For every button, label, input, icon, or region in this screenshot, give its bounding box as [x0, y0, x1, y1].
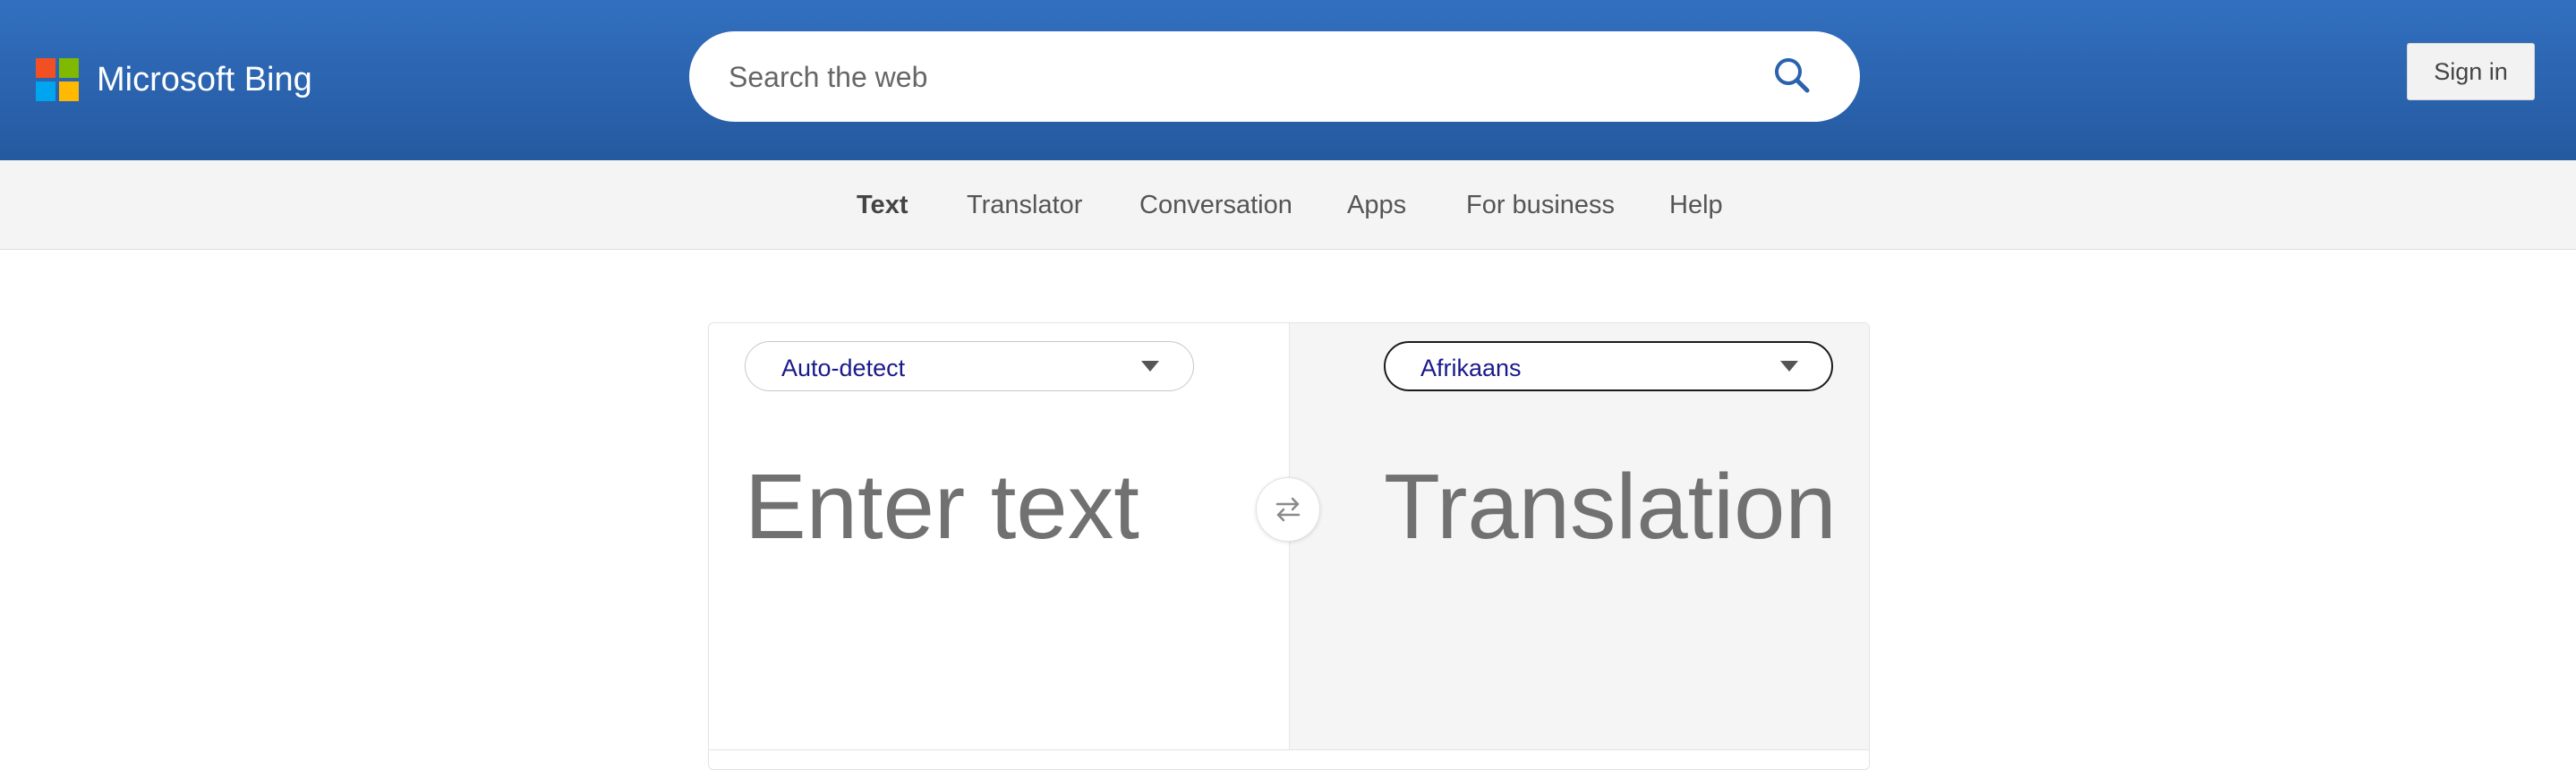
header-bar: Microsoft Bing Sign in: [0, 0, 2576, 160]
target-pane: Afrikaans Translation: [1289, 323, 1869, 749]
nav-bar: Text Translator Conversation Apps For bu…: [0, 160, 2576, 250]
target-language-select[interactable]: Afrikaans: [1384, 341, 1833, 391]
source-language-label: Auto-detect: [781, 355, 906, 381]
chevron-down-icon: [1780, 361, 1798, 372]
nav-tab-for-business[interactable]: For business: [1466, 191, 1615, 220]
search-box: [689, 31, 1860, 122]
search-icon: [1775, 58, 1810, 93]
source-text-input[interactable]: [745, 453, 1246, 560]
nav-tab-text[interactable]: Text: [857, 191, 908, 220]
microsoft-logo-icon: [36, 58, 79, 101]
nav-tab-help[interactable]: Help: [1669, 191, 1723, 220]
swap-languages-button[interactable]: [1256, 477, 1320, 542]
target-language-label: Afrikaans: [1420, 355, 1522, 381]
swap-arrows-icon: [1275, 497, 1301, 522]
search-input[interactable]: [727, 49, 1733, 105]
nav-tab-apps[interactable]: Apps: [1347, 191, 1406, 220]
bing-brand[interactable]: Microsoft Bing: [36, 57, 312, 102]
translator-card: Auto-detect Afrikaans Translation: [708, 322, 1870, 770]
translation-output: Translation: [1384, 455, 1837, 558]
nav-tab-translator[interactable]: Translator: [967, 191, 1082, 220]
source-pane: Auto-detect: [709, 323, 1289, 749]
card-divider: [709, 749, 1869, 750]
source-language-select[interactable]: Auto-detect: [745, 341, 1194, 391]
search-button[interactable]: [1768, 51, 1818, 101]
brand-name: Microsoft Bing: [97, 60, 312, 98]
chevron-down-icon: [1141, 361, 1159, 372]
nav-tab-conversation[interactable]: Conversation: [1139, 191, 1292, 220]
sign-in-button[interactable]: Sign in: [2407, 43, 2535, 100]
